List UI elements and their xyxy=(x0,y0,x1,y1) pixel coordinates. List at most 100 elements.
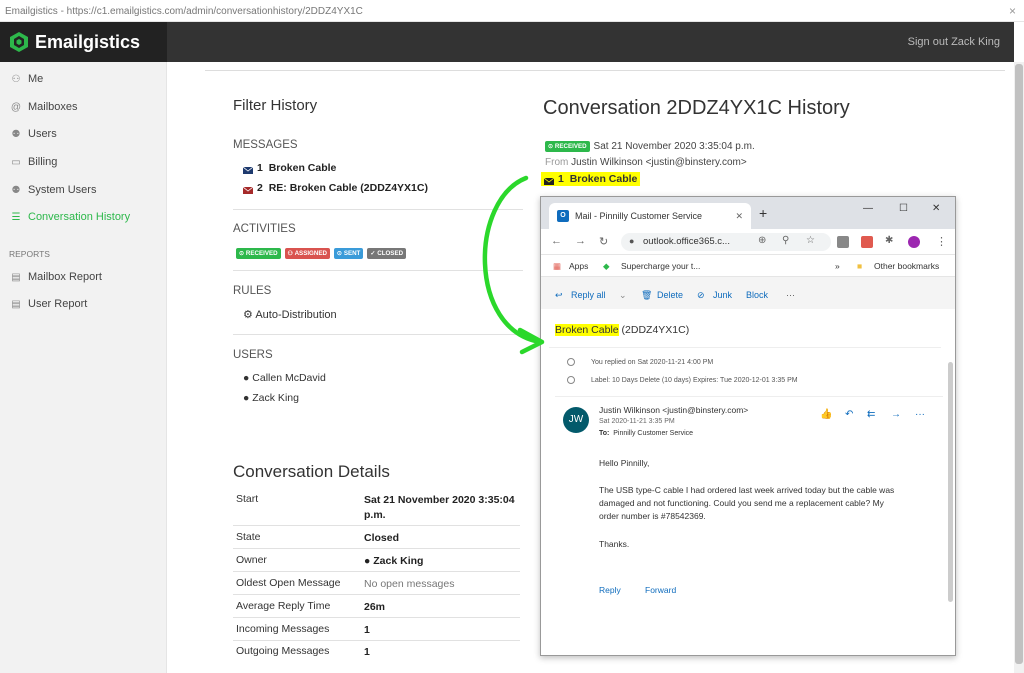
extension-red-icon[interactable] xyxy=(861,236,873,248)
popup-scrollbar[interactable] xyxy=(948,362,953,602)
popup-address-bar: ← → ↻ ● outlook.office365.c... ⊕ ⚲ ☆ ✱ ⋮ xyxy=(541,229,955,255)
bookmark-apps[interactable]: Apps xyxy=(569,261,588,271)
message-subject: RE: Broken Cable (2DDZ4YX1C) xyxy=(268,182,428,194)
message-filter-2[interactable]: 2 RE: Broken Cable (2DDZ4YX1C) xyxy=(242,182,428,194)
badge-assigned[interactable]: ⚇ ASSIGNED xyxy=(284,248,330,260)
envelope-icon xyxy=(242,165,254,174)
extension-g-icon[interactable] xyxy=(837,236,849,248)
lock-icon: ● xyxy=(629,236,635,246)
detail-value: 1 xyxy=(364,646,370,658)
junk-button[interactable]: Junk xyxy=(713,290,732,300)
badge-sent[interactable]: ⊙ SENT xyxy=(333,248,364,260)
url-input[interactable]: ● outlook.office365.c... xyxy=(621,233,831,251)
detail-key: Start xyxy=(236,493,259,505)
rule-auto-distribution[interactable]: ⚙ Auto-Distribution xyxy=(243,308,337,321)
message-card: JW Justin Wilkinson <justin@binstery.com… xyxy=(555,396,943,608)
puzzle-icon[interactable]: ✱ xyxy=(885,235,893,246)
tab-title: Mail - Pinnilly Customer Service xyxy=(575,211,703,221)
sidebar-item-me[interactable]: ⚇ Me xyxy=(9,69,44,89)
reload-icon[interactable]: ↻ xyxy=(599,235,608,248)
more-button[interactable]: ··· xyxy=(786,290,795,300)
history-message-1[interactable]: 1 Broken Cable xyxy=(541,172,641,186)
close-window-icon[interactable]: ✕ xyxy=(932,203,940,214)
badge-label: RECEIVED xyxy=(245,250,278,258)
emailgistics-logo-icon xyxy=(10,32,28,52)
detail-key: State xyxy=(236,531,261,543)
divider xyxy=(233,270,523,271)
sidebar-item-users[interactable]: ⚉ Users xyxy=(9,124,57,144)
add-icon[interactable]: ⊕ xyxy=(758,235,766,246)
sidebar-item-mailbox-report[interactable]: ▤ Mailbox Report xyxy=(9,267,102,287)
close-icon[interactable]: × xyxy=(1009,4,1016,18)
sidebar-item-label: User Report xyxy=(28,298,88,310)
zoom-icon[interactable]: ⚲ xyxy=(782,235,789,246)
forward-icon[interactable]: → xyxy=(891,409,901,420)
popup-titlebar: O Mail - Pinnilly Customer Service ✕ + — ☐… xyxy=(541,197,955,229)
badge-received[interactable]: ⊙ RECEIVED xyxy=(236,248,281,260)
from-label: From xyxy=(545,157,569,168)
detail-row-owner: Owner ● Zack King xyxy=(233,549,520,572)
detail-row-state: State Closed xyxy=(233,526,520,549)
sidebar-item-label: Conversation History xyxy=(28,211,131,223)
divider xyxy=(205,70,1005,71)
sidebar-item-user-report[interactable]: ▤ User Report xyxy=(9,294,87,314)
badge-closed[interactable]: ✓ CLOSED xyxy=(367,248,407,260)
minimize-icon[interactable]: — xyxy=(863,203,873,214)
bookmark-other[interactable]: Other bookmarks xyxy=(874,261,939,271)
envelope-icon xyxy=(242,185,254,194)
users-icon: ⚉ xyxy=(11,128,21,140)
scrollbar[interactable] xyxy=(1014,62,1024,673)
trash-icon: 🗑 xyxy=(641,290,653,300)
maximize-icon[interactable]: ☐ xyxy=(899,203,908,214)
star-icon[interactable]: ☆ xyxy=(806,235,815,246)
reply-all-icon[interactable]: ⇇ xyxy=(867,409,875,420)
chevron-down-icon[interactable]: ⌄ xyxy=(619,290,627,301)
user-filter-callen[interactable]: ● Callen McDavid xyxy=(243,372,326,384)
more-icon[interactable]: ··· xyxy=(915,409,925,420)
replied-text: You replied on Sat 2020-11-21 4:00 PM xyxy=(591,358,714,366)
sign-out-link[interactable]: Sign out Zack King xyxy=(908,36,1000,48)
outlook-popup-window: O Mail - Pinnilly Customer Service ✕ + — ☐… xyxy=(540,196,956,656)
sidebar-item-label: System Users xyxy=(28,184,97,196)
user-filter-zack[interactable]: ● Zack King xyxy=(243,392,299,404)
sender[interactable]: Justin Wilkinson <justin@binstery.com> xyxy=(599,405,748,415)
back-icon[interactable]: ← xyxy=(551,235,562,247)
new-tab-icon[interactable]: + xyxy=(759,205,767,221)
bookmark-supercharge[interactable]: Supercharge your t... xyxy=(621,261,700,271)
detail-key: Oldest Open Message xyxy=(236,577,341,589)
detail-value: 1 xyxy=(364,624,370,636)
browser-title-bar: Emailgistics - https://c1.emailgistics.c… xyxy=(0,0,1024,22)
rules-label: RULES xyxy=(233,285,272,297)
forward-link[interactable]: Forward xyxy=(645,585,676,595)
sidebar-item-billing[interactable]: ▭ Billing xyxy=(9,152,57,172)
like-icon[interactable]: 👍 xyxy=(820,409,832,420)
file-icon: ▤ xyxy=(11,271,21,283)
label-info: Label: 10 Days Delete (10 days) Expires:… xyxy=(567,376,798,384)
reply-all-button[interactable]: Reply all xyxy=(571,290,606,300)
reply-link[interactable]: Reply xyxy=(599,585,621,595)
profile-avatar[interactable] xyxy=(908,236,920,248)
bookmark-more[interactable]: » xyxy=(835,261,840,271)
sidebar-item-label: Me xyxy=(28,73,44,85)
forward-icon[interactable]: → xyxy=(575,235,586,247)
close-tab-icon[interactable]: ✕ xyxy=(735,211,743,222)
info-icon xyxy=(567,358,575,366)
scrollbar-thumb[interactable] xyxy=(1015,64,1023,664)
menu-icon[interactable]: ⋮ xyxy=(936,235,947,248)
sidebar-item-label: Mailboxes xyxy=(28,101,78,113)
sidebar-item-conversation-history[interactable]: ☰ Conversation History xyxy=(9,207,131,227)
block-button[interactable]: Block xyxy=(746,290,768,300)
browser-title: Emailgistics - https://c1.emailgistics.c… xyxy=(5,6,363,17)
bookmarks-bar: ▦ Apps ◆ Supercharge your t... » ■ Other… xyxy=(541,255,955,277)
sidebar-item-system-users[interactable]: ⚉ System Users xyxy=(9,180,97,200)
replied-info: You replied on Sat 2020-11-21 4:00 PM xyxy=(567,358,713,366)
reply-icon[interactable]: ↶ xyxy=(845,409,853,420)
brand[interactable]: Emailgistics xyxy=(0,22,167,62)
detail-key: Outgoing Messages xyxy=(236,645,330,657)
message-filter-1[interactable]: 1 Broken Cable xyxy=(242,162,336,174)
popup-tab[interactable]: O Mail - Pinnilly Customer Service ✕ xyxy=(549,203,751,229)
delete-button[interactable]: Delete xyxy=(657,290,683,300)
detail-key: Incoming Messages xyxy=(236,623,330,635)
at-icon: @ xyxy=(10,101,22,113)
sidebar-item-mailboxes[interactable]: @ Mailboxes xyxy=(9,97,78,117)
